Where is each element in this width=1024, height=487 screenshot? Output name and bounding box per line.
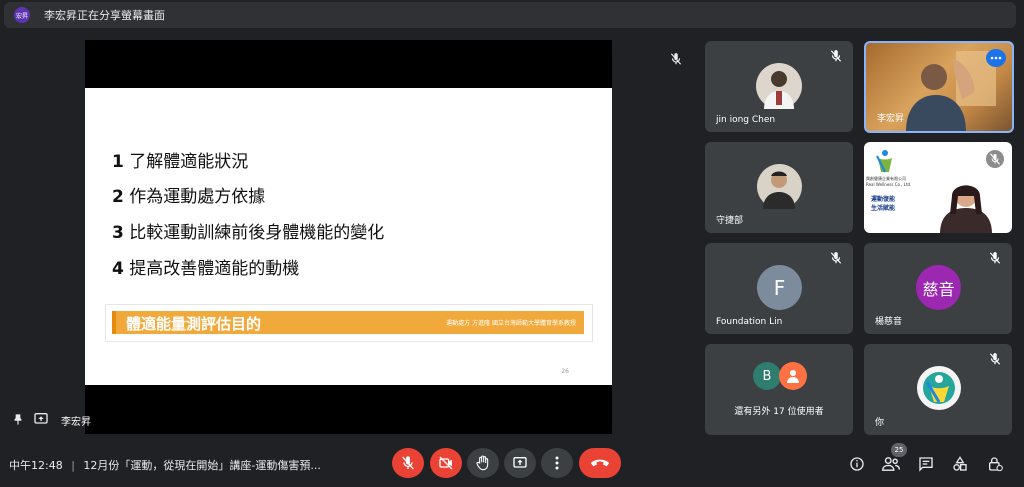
shapes-icon: [953, 456, 967, 471]
meeting-details-button[interactable]: [847, 454, 867, 474]
people-button[interactable]: [881, 454, 901, 474]
participant-name: jin iong Chen: [716, 115, 776, 125]
info-icon: [850, 457, 864, 471]
present-screen-icon: [513, 457, 527, 468]
avatar: [756, 63, 802, 109]
presentation-slide: 1 了解體適能狀況 2 作為運動處方依據 3 比較運動訓練前後身體機能的變化 4…: [85, 88, 612, 385]
mic-off-icon: [989, 252, 1001, 264]
video-feed: [906, 51, 996, 131]
participant-name: 李宏昇: [877, 114, 905, 124]
company-logo-icon: [923, 372, 955, 404]
present-screen-icon: [34, 413, 48, 424]
avatar: [757, 164, 802, 209]
hang-up-icon: [590, 459, 610, 467]
more-vert-icon: [555, 456, 559, 470]
camera-toggle-button[interactable]: [430, 448, 462, 478]
avatar: [779, 362, 807, 390]
presenter-name-label: 李宏昇: [61, 417, 91, 428]
participant-tile-active[interactable]: 李宏昇: [864, 41, 1014, 133]
pin-icon[interactable]: [11, 412, 25, 426]
company-logo-icon: [876, 150, 892, 173]
slide-page-number: 26: [561, 368, 569, 375]
participant-tile[interactable]: 慈音 楊慈音: [864, 243, 1012, 334]
avatar: F: [757, 265, 802, 310]
participant-tile[interactable]: 守捷部: [705, 142, 853, 233]
participant-name: 楊慈音: [875, 317, 903, 327]
present-now-button[interactable]: [504, 448, 536, 478]
chat-icon: [919, 457, 933, 472]
other-participants-tile[interactable]: B 還有另外 17 位使用者: [705, 344, 853, 435]
mic-off-icon: [402, 456, 414, 470]
presenter-avatar: 宏昇: [14, 7, 30, 23]
slide-banner-title: 體適能量測評估目的: [126, 315, 262, 333]
lock-person-icon: [989, 457, 1003, 472]
raise-hand-button[interactable]: [467, 448, 499, 478]
self-tile[interactable]: 你: [864, 344, 1012, 435]
more-options-button[interactable]: [986, 49, 1006, 67]
participant-tile[interactable]: jin iong Chen: [705, 41, 853, 132]
host-controls-button[interactable]: [985, 454, 1005, 474]
activities-button[interactable]: [950, 454, 970, 474]
mic-off-icon: [830, 50, 842, 62]
mic-toggle-button[interactable]: [392, 448, 424, 478]
mic-off-icon: [670, 53, 682, 65]
avatar: 慈音: [916, 265, 961, 310]
video-feed: [940, 185, 992, 233]
meeting-info: 中午12:48 | 12月份「運動，從現在開始」講座-運動傷害預...: [9, 457, 321, 473]
participant-tile[interactable]: 興創健康企業有限公司 Real Wellness Co., Ltd. 運動復能 …: [864, 142, 1012, 233]
participant-name: 你: [875, 418, 885, 428]
mic-off-icon: [989, 353, 1001, 365]
chat-button[interactable]: [916, 454, 936, 474]
avatar: B: [753, 362, 781, 390]
meeting-time: 中午12:48: [9, 459, 63, 472]
participant-name: Foundation Lin: [716, 317, 783, 327]
hand-icon: [476, 455, 489, 471]
people-icon: [882, 457, 900, 471]
separator: |: [71, 459, 75, 472]
participant-name: 守捷部: [716, 216, 744, 226]
company-name-en: Real Wellness Co., Ltd.: [866, 182, 912, 187]
avatar: [917, 366, 961, 410]
slide-item: 1 了解體適能狀況: [112, 152, 249, 172]
more-options-button[interactable]: [541, 448, 573, 478]
slide-banner-note: 運動處方 方進隆 國立台灣師範大學體育學系教授: [446, 320, 576, 327]
more-dots-icon: [990, 56, 1002, 60]
slide-item: 3 比較運動訓練前後身體機能的變化: [112, 223, 385, 243]
slide-item: 2 作為運動處方依據: [112, 187, 266, 207]
slide-item: 4 提高改善體適能的動機: [112, 259, 300, 279]
participant-count-badge: 25: [891, 443, 907, 457]
slogan-line: 生活賦能: [871, 205, 896, 212]
others-count-label: 還有另外 17 位使用者: [734, 407, 824, 417]
sharing-status-text: 李宏昇正在分享螢幕畫面: [44, 9, 165, 22]
person-icon: [787, 370, 799, 383]
leave-call-button[interactable]: [579, 448, 621, 478]
meeting-title: 12月份「運動，從現在開始」講座-運動傷害預...: [83, 459, 321, 472]
slide-banner: 體適能量測評估目的 運動處方 方進隆 國立台灣師範大學體育學系教授: [112, 311, 584, 334]
camera-off-icon: [439, 456, 453, 470]
participant-tile[interactable]: F Foundation Lin: [705, 243, 853, 334]
slogan-line: 運動復能: [871, 196, 896, 203]
mic-off-icon: [986, 150, 1004, 168]
mic-off-icon: [830, 252, 842, 264]
